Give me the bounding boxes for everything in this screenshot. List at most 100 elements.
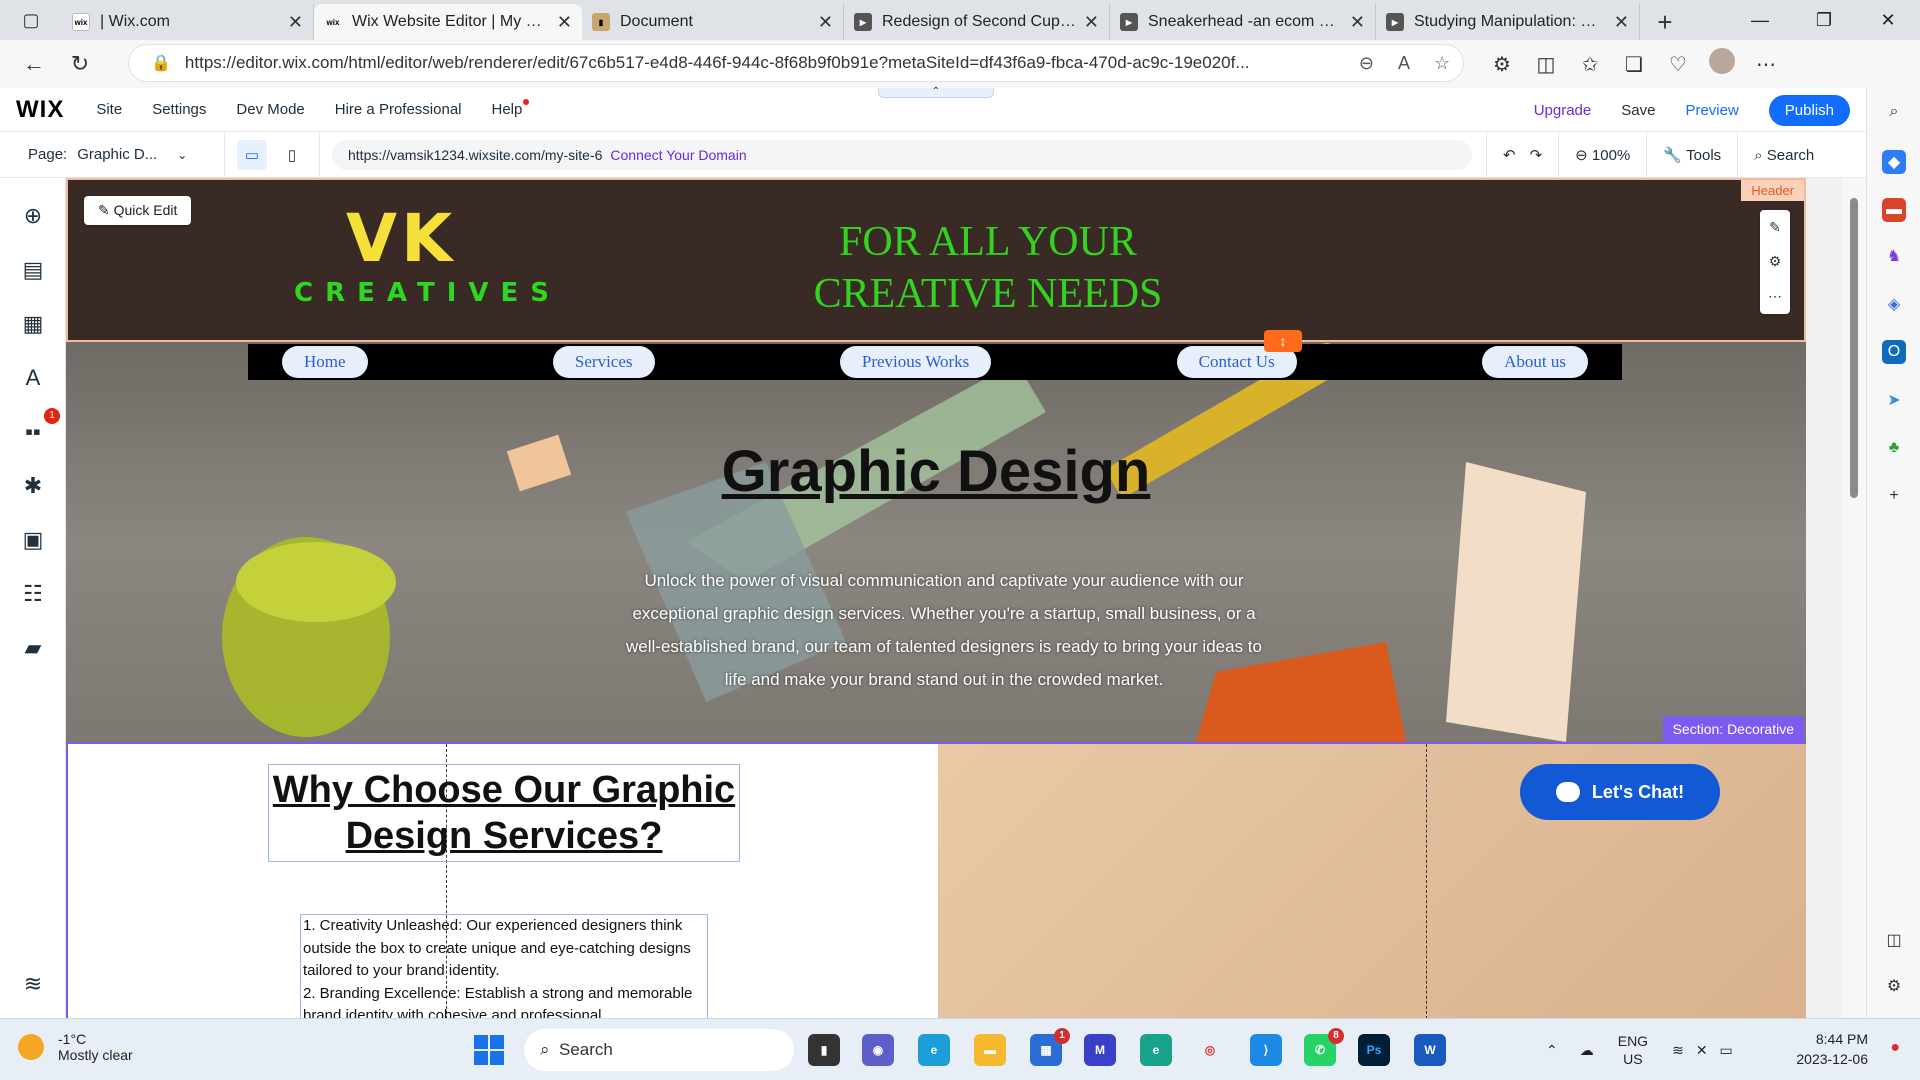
- browser-tab-video[interactable]: ▶ Studying Manipulation: Esp ✕: [1376, 4, 1640, 40]
- media-icon[interactable]: ▣: [21, 527, 45, 552]
- nav-about-us[interactable]: About us: [1482, 346, 1588, 378]
- vscode-icon[interactable]: ⟩: [1250, 1034, 1282, 1066]
- tools-icon[interactable]: ▬: [1882, 198, 1906, 222]
- save-button[interactable]: Save: [1621, 102, 1655, 119]
- zoom-icon[interactable]: ⊖: [1359, 53, 1374, 74]
- taskbar-clock[interactable]: 8:44 PM 2023-12-06: [1796, 1029, 1868, 1069]
- add-icon[interactable]: +: [1882, 484, 1906, 508]
- add-apps-icon[interactable]: ▪▪: [21, 419, 45, 444]
- search-button[interactable]: ⌕ Search: [1737, 132, 1830, 178]
- close-tab-icon[interactable]: ✕: [288, 12, 303, 33]
- windows-start-icon[interactable]: [474, 1035, 504, 1065]
- preview-button[interactable]: Preview: [1685, 102, 1738, 119]
- add-elements-icon[interactable]: ⊕: [21, 203, 45, 228]
- site-header[interactable]: ✎ Quick Edit VK CREATIVES FOR ALL YOUR C…: [66, 178, 1806, 342]
- battery-icon[interactable]: ▭: [1720, 1042, 1733, 1059]
- store-icon[interactable]: ▦ 1: [1030, 1028, 1070, 1066]
- back-icon[interactable]: ←: [14, 44, 54, 84]
- drop-icon[interactable]: ➤: [1882, 388, 1906, 412]
- more-icon[interactable]: ⋯: [1768, 288, 1782, 305]
- undo-icon[interactable]: ↶: [1503, 146, 1516, 164]
- collections-icon[interactable]: ❏: [1612, 52, 1656, 77]
- desktop-icon[interactable]: ▭: [237, 139, 267, 170]
- close-tab-icon[interactable]: ✕: [1084, 12, 1099, 33]
- wix-logo[interactable]: WIX: [16, 96, 64, 124]
- close-tab-icon[interactable]: ✕: [818, 12, 833, 33]
- site-url[interactable]: https://vamsik1234.wixsite.com/my-site-6: [348, 147, 602, 163]
- scrollbar-thumb[interactable]: [1850, 198, 1858, 498]
- games-icon[interactable]: ♞: [1882, 244, 1906, 268]
- hero-title[interactable]: Graphic Design: [66, 438, 1806, 505]
- hero-paragraph[interactable]: Unlock the power of visual communication…: [624, 564, 1264, 696]
- cms-icon[interactable]: ☷: [21, 581, 45, 606]
- close-tab-icon[interactable]: ✕: [1614, 12, 1629, 33]
- menu-settings[interactable]: Settings: [152, 101, 206, 118]
- upgrade-button[interactable]: Upgrade: [1534, 102, 1592, 119]
- lets-chat-button[interactable]: Let's Chat!: [1520, 764, 1720, 820]
- canvas-scrollbar[interactable]: [1842, 178, 1866, 1018]
- page-selector[interactable]: Page: Graphic D... ⌄: [28, 146, 224, 163]
- favorites-icon[interactable]: ✩: [1568, 52, 1612, 77]
- shopping-icon[interactable]: ◆: [1882, 150, 1906, 174]
- browser-tab-document[interactable]: ▮ Document ✕: [582, 4, 844, 40]
- wifi-icon[interactable]: ≋: [1672, 1042, 1684, 1059]
- file-explorer-dark-icon[interactable]: ▮: [808, 1034, 840, 1066]
- taskbar-search[interactable]: ⌕ Search: [524, 1029, 794, 1071]
- new-tab-icon[interactable]: +: [1640, 4, 1690, 40]
- restore-icon[interactable]: ❐: [1792, 0, 1856, 40]
- show-hidden-icon[interactable]: ⌃: [1546, 1042, 1558, 1059]
- microsoft365-icon[interactable]: ◈: [1882, 292, 1906, 316]
- browser-tab-editor[interactable]: wix Wix Website Editor | My Site ✕: [314, 4, 582, 40]
- layers-icon[interactable]: ≋: [21, 971, 45, 996]
- browser-tab-video[interactable]: ▶ Redesign of Second Cup Co ✕: [844, 4, 1110, 40]
- menu-dev-mode[interactable]: Dev Mode: [236, 101, 304, 118]
- minimize-icon[interactable]: —: [1728, 0, 1792, 40]
- why-choose-heading[interactable]: Why Choose Our Graphic Design Services?: [268, 764, 740, 862]
- logo-vk[interactable]: VK: [346, 200, 456, 277]
- weather-widget[interactable]: -1°C Mostly clear: [18, 1031, 133, 1063]
- read-aloud-icon[interactable]: A: [1398, 53, 1410, 74]
- split-screen-icon[interactable]: ◫: [1524, 52, 1568, 77]
- chrome-icon[interactable]: ◎: [1194, 1034, 1226, 1066]
- notification-bell-icon[interactable]: ●: [1890, 1039, 1900, 1057]
- favorite-star-icon[interactable]: ☆: [1434, 53, 1450, 74]
- browser-essentials-icon[interactable]: ♡: [1656, 52, 1700, 77]
- more-menu-icon[interactable]: ⋯: [1744, 52, 1788, 77]
- tab-actions-icon[interactable]: ▢: [0, 0, 62, 40]
- folder-icon[interactable]: ▬: [974, 1034, 1006, 1066]
- hero-section[interactable]: Home Services Previous Works Contact Us …: [66, 342, 1806, 742]
- services-list[interactable]: 1. Creativity Unleashed: Our experienced…: [300, 914, 708, 1018]
- lock-icon[interactable]: 🔒: [151, 53, 171, 73]
- close-window-icon[interactable]: ✕: [1856, 0, 1920, 40]
- header-tagline[interactable]: FOR ALL YOUR CREATIVE NEEDS: [728, 216, 1248, 320]
- browser-tab-video[interactable]: ▶ Sneakerhead -an ecom stor ✕: [1110, 4, 1376, 40]
- gear-icon[interactable]: ⚙: [1769, 253, 1782, 270]
- add-section-icon[interactable]: ▤: [21, 257, 45, 282]
- portfolio-icon[interactable]: ▰: [21, 635, 45, 660]
- publish-button[interactable]: Publish: [1768, 94, 1850, 126]
- volume-muted-icon[interactable]: ✕: [1696, 1042, 1708, 1059]
- business-apps-icon[interactable]: ✱: [21, 473, 45, 498]
- close-tab-icon[interactable]: ✕: [1350, 12, 1365, 33]
- sidebar-toggle-icon[interactable]: ◫: [1882, 928, 1906, 952]
- teams-icon[interactable]: ◉: [862, 1034, 894, 1066]
- settings-gear-icon[interactable]: ⚙: [1882, 974, 1906, 998]
- tools-button[interactable]: 🔧 Tools: [1646, 132, 1737, 178]
- menu-site[interactable]: Site: [96, 101, 122, 118]
- profile-avatar[interactable]: [1700, 48, 1744, 80]
- photoshop-icon[interactable]: Ps: [1358, 1034, 1390, 1066]
- redo-icon[interactable]: ↷: [1530, 146, 1543, 164]
- address-bar[interactable]: 🔒 https://editor.wix.com/html/editor/web…: [128, 44, 1464, 82]
- menu-help[interactable]: Help: [492, 99, 530, 118]
- outlook-icon[interactable]: O: [1882, 340, 1906, 364]
- pencil-icon[interactable]: ✎: [1769, 219, 1781, 236]
- onedrive-icon[interactable]: ☁: [1580, 1042, 1594, 1059]
- nav-previous-works[interactable]: Previous Works: [839, 346, 992, 378]
- collapse-toolbar-icon[interactable]: ⌃: [878, 87, 994, 98]
- edge-icon[interactable]: e: [918, 1034, 950, 1066]
- quick-edit-button[interactable]: ✎ Quick Edit: [84, 196, 192, 225]
- word-icon[interactable]: W: [1414, 1034, 1446, 1066]
- sketch-app-icon[interactable]: M: [1084, 1034, 1116, 1066]
- nav-services[interactable]: Services: [552, 346, 655, 378]
- menu-hire-professional[interactable]: Hire a Professional: [335, 101, 462, 118]
